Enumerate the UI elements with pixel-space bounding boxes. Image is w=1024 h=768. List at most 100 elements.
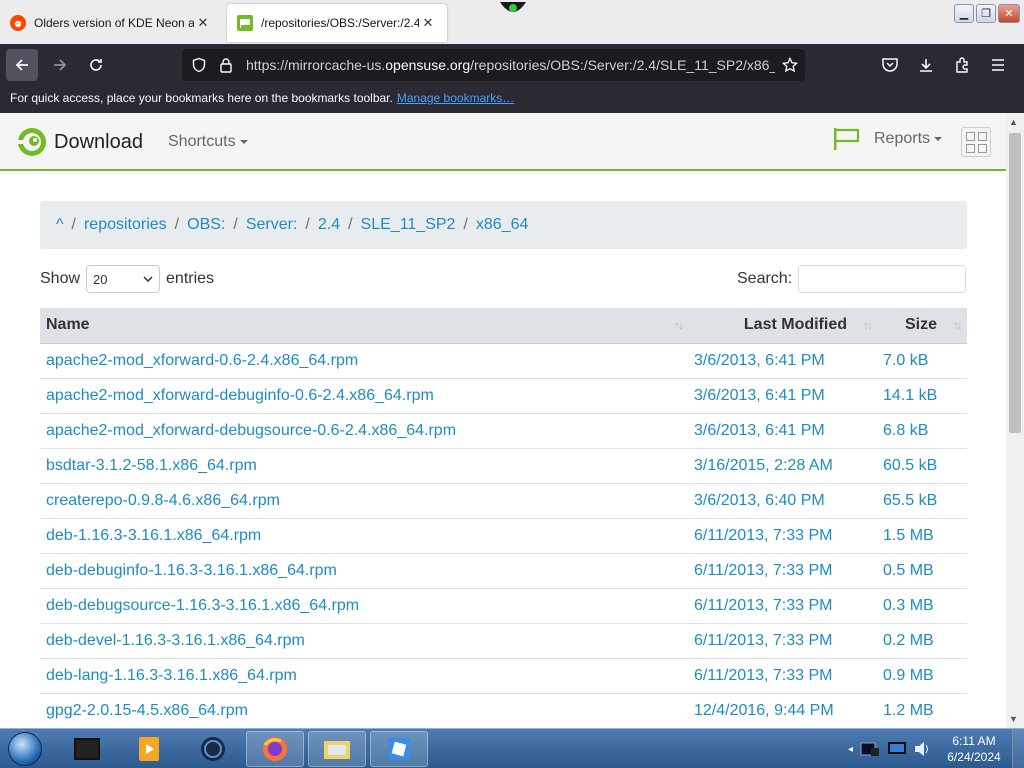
- arrow-left-icon: [15, 59, 28, 71]
- manage-bookmarks-link[interactable]: Manage bookmarks…: [397, 91, 514, 105]
- show-desktop-button[interactable]: [1012, 729, 1024, 768]
- brand[interactable]: Download: [16, 126, 143, 158]
- file-link[interactable]: createrepo-0.9.8-4.6.x86_64.rpm: [40, 483, 688, 519]
- page-content: Download Shortcuts Reports ^ / repositor…: [0, 113, 1006, 728]
- file-size: 6.8 kB: [877, 413, 967, 449]
- search-input[interactable]: [798, 265, 967, 293]
- apps-grid-icon[interactable]: [961, 127, 991, 157]
- reload-icon: [90, 59, 102, 71]
- scroll-thumb[interactable]: [1009, 133, 1021, 433]
- volume-icon[interactable]: [913, 740, 931, 758]
- taskbar-app-remote-icon[interactable]: [370, 731, 428, 767]
- reports-menu[interactable]: Reports: [832, 126, 943, 152]
- bookmark-star-icon[interactable]: [775, 57, 805, 73]
- breadcrumb-item[interactable]: Server:: [246, 216, 298, 234]
- table-row: apache2-mod_xforward-debuginfo-0.6-2.4.x…: [40, 378, 967, 414]
- breadcrumb-item[interactable]: ^: [56, 216, 64, 234]
- tray-expand-icon[interactable]: ◂: [848, 744, 853, 755]
- scroll-down-icon[interactable]: ▼: [1009, 714, 1018, 724]
- file-link[interactable]: deb-debugsource-1.16.3-3.16.1.x86_64.rpm: [40, 588, 688, 624]
- shortcuts-label: Shortcuts: [168, 133, 236, 150]
- files-table: Name ↑↓ Last Modified ↑↓ Size ↑↓ apache2-mo…: [40, 308, 967, 728]
- breadcrumb-item[interactable]: SLE_11_SP2: [361, 216, 456, 234]
- flag-icon: [834, 128, 860, 150]
- drag-indicator-icon: [494, 0, 532, 18]
- breadcrumb-item[interactable]: x86_64: [476, 216, 529, 234]
- column-last-modified[interactable]: Last Modified ↑↓: [688, 308, 877, 344]
- download-icon[interactable]: [908, 49, 944, 81]
- file-modified: 6/11/2013, 7:33 PM: [688, 588, 877, 624]
- file-size: 65.5 kB: [877, 483, 967, 519]
- opensuse-logo-icon: [18, 128, 46, 156]
- file-link[interactable]: deb-lang-1.16.3-3.16.1.x86_64.rpm: [40, 658, 688, 694]
- column-name[interactable]: Name ↑↓: [40, 308, 688, 344]
- breadcrumb-item[interactable]: OBS:: [187, 216, 225, 234]
- bookmarks-toolbar: For quick access, place your bookmarks h…: [0, 85, 1024, 113]
- breadcrumb-item[interactable]: repositories: [84, 216, 167, 234]
- column-size[interactable]: Size ↑↓: [877, 308, 967, 344]
- shield-icon[interactable]: [184, 57, 214, 73]
- close-icon[interactable]: ✕: [194, 15, 212, 31]
- forward-button[interactable]: [44, 49, 76, 81]
- close-icon[interactable]: ✕: [419, 15, 437, 31]
- file-link[interactable]: bsdtar-3.1.2-58.1.x86_64.rpm: [40, 448, 688, 484]
- file-link[interactable]: apache2-mod_xforward-0.6-2.4.x86_64.rpm: [40, 343, 688, 379]
- network-icon[interactable]: [859, 740, 881, 758]
- file-modified: 3/6/2013, 6:41 PM: [688, 413, 877, 449]
- file-link[interactable]: apache2-mod_xforward-debugsource-0.6-2.4…: [40, 413, 688, 449]
- table-row: deb-debuginfo-1.16.3-3.16.1.x86_64.rpm 6/…: [40, 553, 967, 589]
- back-button[interactable]: [6, 49, 38, 81]
- file-link[interactable]: deb-devel-1.16.3-3.16.1.x86_64.rpm: [40, 623, 688, 659]
- page-length-select[interactable]: 20: [86, 265, 161, 293]
- breadcrumb-item[interactable]: 2.4: [318, 216, 340, 234]
- file-modified: 3/6/2013, 6:40 PM: [688, 483, 877, 519]
- brand-name: Download: [54, 130, 143, 153]
- file-size: 14.1 kB: [877, 378, 967, 414]
- menu-icon[interactable]: [980, 49, 1016, 81]
- system-clock[interactable]: 6:11 AM 6/24/2024: [938, 733, 1010, 765]
- table-row: bsdtar-3.1.2-58.1.x86_64.rpm 3/16/2015, 2…: [40, 448, 967, 484]
- breadcrumb-separator: /: [463, 216, 468, 233]
- file-link[interactable]: deb-debuginfo-1.16.3-3.16.1.x86_64.rpm: [40, 553, 688, 589]
- navigation-toolbar: https://mirrorcache-us.opensuse.org/repo…: [0, 44, 1024, 85]
- table-row: deb-1.16.3-3.16.1.x86_64.rpm 6/11/2013, 7…: [40, 518, 967, 554]
- breadcrumb-separator: /: [174, 216, 180, 233]
- breadcrumb-separator: /: [233, 216, 238, 233]
- file-size: 0.3 MB: [877, 588, 967, 624]
- minimize-icon[interactable]: ▁: [954, 4, 974, 23]
- arrow-right-icon: [54, 59, 67, 71]
- file-size: 7.0 kB: [877, 343, 967, 379]
- restore-icon[interactable]: ❐: [976, 4, 996, 23]
- file-link[interactable]: gpg2-2.0.15-4.5.x86_64.rpm: [40, 693, 688, 728]
- scroll-up-icon[interactable]: ▲: [1009, 117, 1018, 127]
- reload-button[interactable]: [80, 49, 112, 81]
- breadcrumb-separator: /: [71, 216, 76, 233]
- address-bar[interactable]: https://mirrorcache-us.opensuse.org/repo…: [182, 49, 805, 81]
- lock-icon[interactable]: [214, 57, 238, 73]
- table-row: deb-debugsource-1.16.3-3.16.1.x86_64.rpm…: [40, 588, 967, 624]
- shortcuts-menu[interactable]: Shortcuts: [168, 133, 248, 151]
- caret-down-icon: [934, 137, 943, 141]
- file-link[interactable]: apache2-mod_xforward-debuginfo-0.6-2.4.x…: [40, 378, 688, 414]
- taskbar-app-firefox-icon[interactable]: [246, 731, 304, 767]
- display-icon[interactable]: [887, 740, 907, 758]
- page-scrollbar[interactable]: ▲ ▼: [1006, 113, 1024, 728]
- table-row: apache2-mod_xforward-0.6-2.4.x86_64.rpm 3…: [40, 343, 967, 379]
- taskbar-app-media-player-icon[interactable]: [120, 731, 178, 767]
- taskbar-app-file-explorer-icon[interactable]: [308, 731, 366, 767]
- pocket-icon[interactable]: [872, 49, 908, 81]
- file-modified: 6/11/2013, 7:33 PM: [688, 553, 877, 589]
- start-button[interactable]: [4, 729, 46, 768]
- tab-repositories[interactable]: /repositories/OBS:/Server:/2.4/SLE_11_SP…: [227, 4, 447, 42]
- extensions-icon[interactable]: [944, 49, 980, 81]
- system-tray: ◂: [842, 729, 938, 768]
- caret-down-icon: [239, 139, 248, 144]
- url-text[interactable]: https://mirrorcache-us.opensuse.org/repo…: [238, 57, 775, 73]
- sort-icon: ↑↓: [863, 318, 873, 332]
- taskbar-app-terminal-icon[interactable]: [58, 731, 116, 767]
- close-window-icon[interactable]: ✕: [998, 4, 1020, 23]
- tab-kde-neon[interactable]: Olders version of KDE Neon ava ✕: [0, 4, 222, 42]
- file-modified: 3/6/2013, 6:41 PM: [688, 343, 877, 379]
- file-link[interactable]: deb-1.16.3-3.16.1.x86_64.rpm: [40, 518, 688, 554]
- taskbar-app-browser-globe-icon[interactable]: [184, 731, 242, 767]
